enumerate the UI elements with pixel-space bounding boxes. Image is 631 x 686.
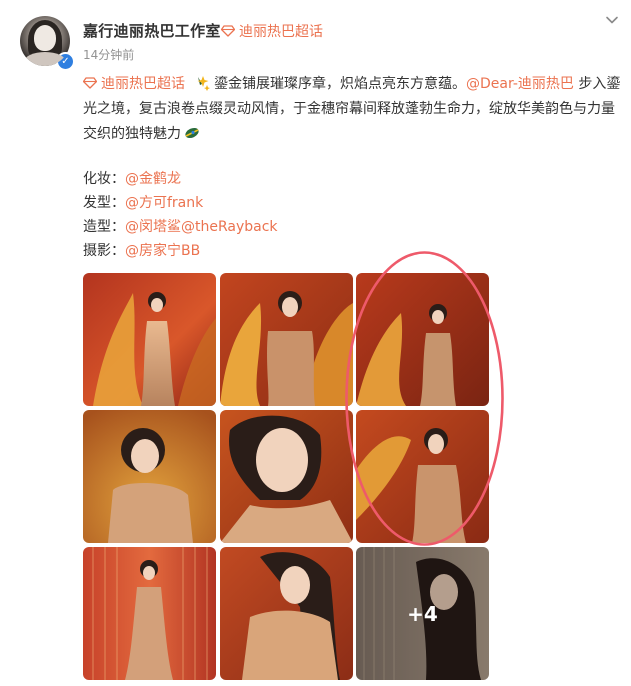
credit-styling: 造型：@闵塔鲨@theRayback	[83, 215, 278, 239]
avatar-shoulder	[24, 52, 66, 66]
more-photos-overlay: +4	[356, 547, 489, 680]
credit-label: 发型：	[83, 195, 125, 211]
body-text-1: 鎏金铺展璀璨序章，炽焰点亮东方意蕴。	[214, 76, 466, 92]
photo-thumbnail[interactable]	[83, 410, 216, 543]
weibo-post-card: ✓ 嘉行迪丽热巴工作室 迪丽热巴超话 14分钟前 迪丽热巴超话鎏金铺展璀璨序章，…	[0, 0, 631, 686]
leaf-emoji-icon	[185, 127, 199, 139]
topic-link-text: 迪丽热巴超话	[101, 76, 185, 92]
post-text: 迪丽热巴超话 鎏金铺展璀璨序章，炽焰点亮东方意蕴。@Dear-迪丽热巴 步入鎏光之…	[83, 72, 623, 147]
post-time[interactable]: 14分钟前	[83, 46, 134, 63]
photo-thumbnail[interactable]	[220, 273, 353, 406]
credit-value[interactable]: @房家宁BB	[125, 243, 200, 259]
credit-label: 化妆：	[83, 171, 125, 187]
credit-makeup: 化妆：@金鹤龙	[83, 167, 278, 191]
author-name[interactable]: 嘉行迪丽热巴工作室	[83, 20, 221, 41]
credit-value[interactable]: @金鹤龙	[125, 171, 181, 187]
body-mention[interactable]: @Dear-迪丽热巴	[466, 76, 574, 92]
credit-value[interactable]: @闵塔鲨@theRayback	[125, 219, 278, 235]
credit-label: 摄影：	[83, 243, 125, 259]
chevron-down-icon[interactable]	[604, 12, 620, 28]
diamond-icon	[83, 77, 97, 89]
supertopic-label: 迪丽热巴超话	[239, 24, 323, 40]
credit-label: 造型：	[83, 219, 125, 235]
credit-hair: 发型：@方可frank	[83, 191, 278, 215]
photo-thumbnail[interactable]	[220, 547, 353, 680]
photo-thumbnail[interactable]	[356, 410, 489, 543]
body-topic-link[interactable]: 迪丽热巴超话	[83, 76, 185, 92]
photo-grid: +4	[83, 273, 489, 681]
photo-thumbnail[interactable]	[83, 547, 216, 680]
photo-thumbnail[interactable]	[356, 273, 489, 406]
photo-thumbnail[interactable]	[220, 410, 353, 543]
credit-value[interactable]: @方可frank	[125, 195, 203, 211]
author-avatar[interactable]	[20, 16, 70, 66]
credits-list: 化妆：@金鹤龙 发型：@方可frank 造型：@闵塔鲨@theRayback 摄…	[83, 167, 278, 263]
supertopic-link[interactable]: 迪丽热巴超话	[221, 21, 323, 41]
avatar-face	[34, 25, 56, 51]
photo-thumbnail[interactable]	[83, 273, 216, 406]
sparkle-emoji-icon	[197, 76, 210, 91]
diamond-icon	[221, 25, 235, 37]
credit-photo: 摄影：@房家宁BB	[83, 239, 278, 263]
photo-thumbnail-more[interactable]: +4	[356, 547, 489, 680]
